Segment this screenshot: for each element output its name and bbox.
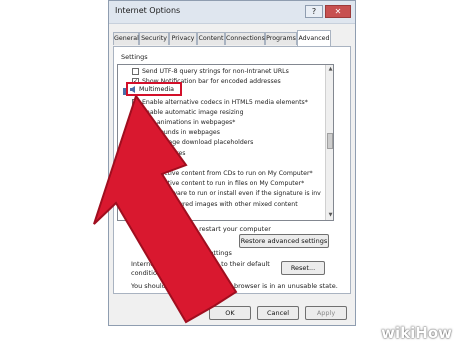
red-arrow-icon xyxy=(93,93,238,324)
multimedia-highlight-box: Multimedia xyxy=(126,82,182,96)
speaker-icon xyxy=(130,86,135,93)
highlighted-multimedia-label: Multimedia xyxy=(139,86,175,93)
wikihow-watermark: wikiHow xyxy=(381,324,452,342)
red-arrow-pointer xyxy=(93,93,238,324)
